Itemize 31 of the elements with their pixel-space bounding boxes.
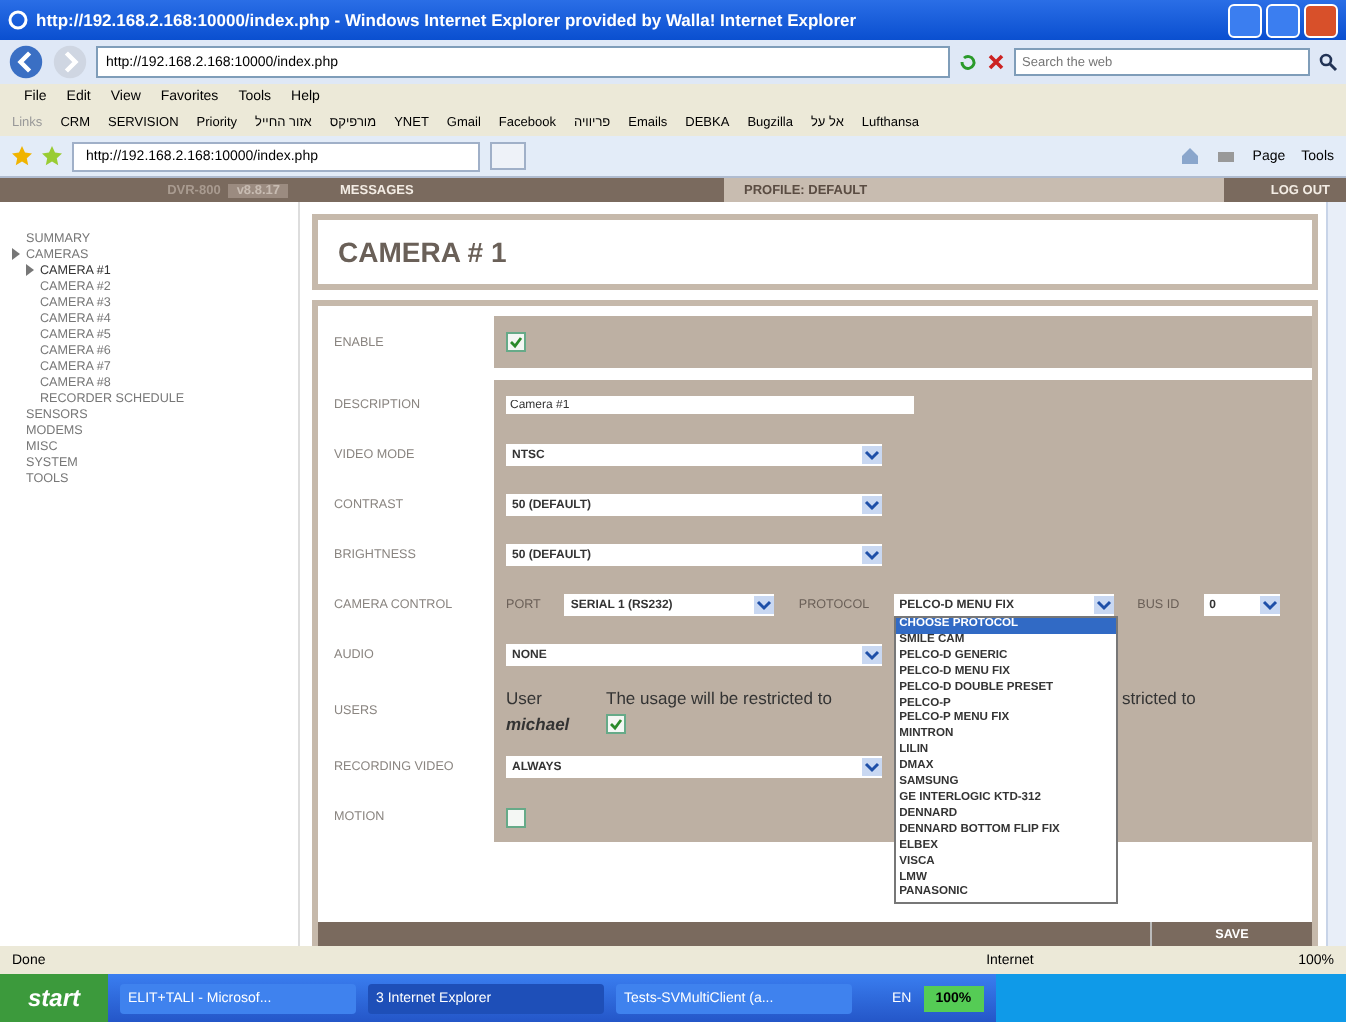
home-icon[interactable] xyxy=(1180,146,1201,166)
minimize-button[interactable] xyxy=(1228,3,1262,37)
close-button[interactable] xyxy=(1304,3,1338,37)
restriction-note: stricted to xyxy=(1122,688,1196,708)
add-favorite-icon[interactable] xyxy=(42,146,62,166)
dropdown-arrow-icon xyxy=(754,596,775,614)
dropdown-arrow-icon xyxy=(862,496,882,514)
checkbox[interactable] xyxy=(606,714,626,734)
dropdown-arrow-icon xyxy=(862,546,882,564)
start-button[interactable]: start xyxy=(0,974,109,1022)
star-icon[interactable] xyxy=(12,146,32,166)
page-title: CAMERA # 1 xyxy=(338,236,507,268)
maximize-button[interactable] xyxy=(1266,3,1300,37)
dropdown-arrow-icon xyxy=(862,758,882,776)
search-icon[interactable] xyxy=(1318,52,1338,72)
back-icon[interactable] xyxy=(8,44,44,80)
scrollbar[interactable] xyxy=(1326,202,1346,946)
user-label: User xyxy=(506,688,542,708)
user-name: michael xyxy=(506,714,570,734)
window-title: http://192.168.2.168:10000/index.php - Windows Internet Explorer provided by Walla! Internet Explorer xyxy=(36,10,859,30)
dropdown-arrow-icon xyxy=(1259,596,1280,614)
checkbox[interactable] xyxy=(506,807,526,827)
stop-icon[interactable] xyxy=(986,52,1006,72)
dropdown-arrow-icon xyxy=(862,446,882,464)
restriction-note: The usage will be restricted to xyxy=(606,688,832,708)
new-tab-button[interactable] xyxy=(490,142,526,170)
dropdown-arrow-icon xyxy=(1093,596,1114,614)
checkbox[interactable] xyxy=(506,332,526,352)
dropdown-arrow-icon xyxy=(862,646,882,664)
refresh-icon[interactable] xyxy=(958,52,978,72)
browser-icon xyxy=(8,10,28,30)
